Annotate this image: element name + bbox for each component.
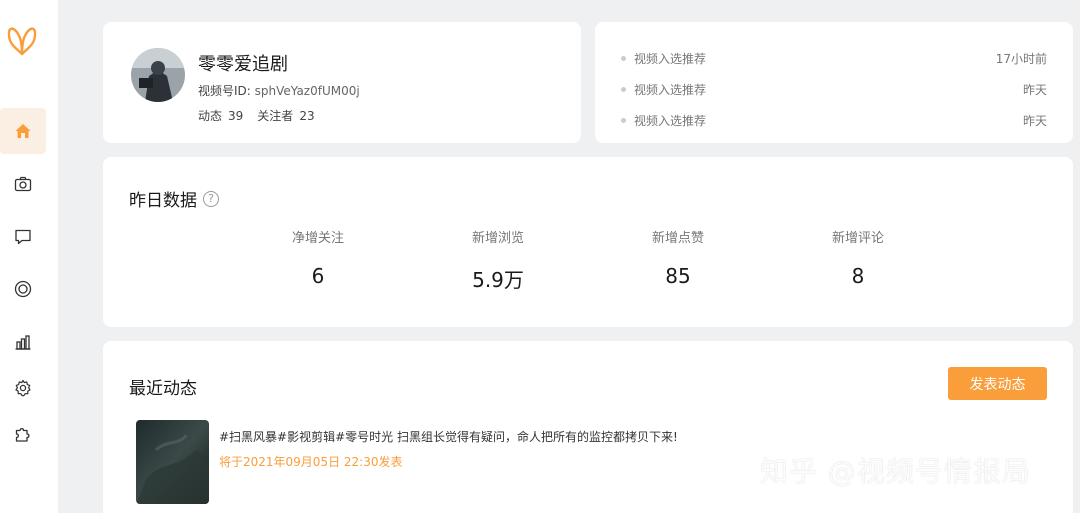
nav-camera[interactable] <box>0 161 46 207</box>
avatar[interactable] <box>131 48 185 102</box>
sidebar <box>0 0 58 513</box>
yesterday-title: 昨日数据 ? <box>129 186 219 211</box>
nav-live[interactable] <box>0 266 46 312</box>
puzzle-icon <box>15 427 30 442</box>
section-title: 昨日数据 <box>129 191 197 211</box>
stat-new-comments: 新增评论 8 <box>798 227 918 288</box>
message-icon <box>15 229 31 245</box>
followers-count: 23 <box>299 109 315 123</box>
notifications-card: 视频入选推荐 17小时前 视频入选推荐 昨天 视频入选推荐 昨天 <box>595 22 1073 143</box>
notification-item[interactable]: 视频入选推荐 昨天 <box>621 79 1047 99</box>
notification-item[interactable]: 视频入选推荐 昨天 <box>621 110 1047 130</box>
recent-title: 最近动态 <box>129 379 197 399</box>
post-text[interactable]: #扫黑风暴#影视剪辑#零号时光 扫黑组长觉得有疑问，命人把所有的监控都拷贝下来! <box>219 428 678 445</box>
stat-label: 新增点赞 <box>651 231 704 246</box>
bullet-dot-icon <box>621 55 626 61</box>
stat-label: 新增评论 <box>831 231 884 246</box>
stat-value: 6 <box>311 264 325 288</box>
publish-post-button[interactable]: 发表动态 <box>948 367 1047 400</box>
bullet-dot-icon <box>621 117 626 123</box>
yesterday-data-card: 昨日数据 ? 净增关注 6 新增浏览 5.9万 新增点赞 85 新增评论 8 <box>103 157 1073 327</box>
stat-new-views: 新增浏览 5.9万 <box>438 227 558 293</box>
notification-text: 视频入选推荐 <box>634 113 707 128</box>
profile-id-value: sphVeYaz0fUM00j <box>254 84 360 98</box>
stat-value: 85 <box>665 264 691 288</box>
nav-home[interactable] <box>0 108 46 154</box>
watermark: 知乎 @视频号情报局 <box>760 455 1031 488</box>
profile-card: 零零爱追剧 视频号ID: sphVeYaz0fUM00j 动态 39 关注者 23 <box>103 22 581 143</box>
bullet-dot-icon <box>621 86 626 92</box>
avatar-image <box>131 48 185 102</box>
profile-stats: 动态 39 关注者 23 <box>198 107 321 124</box>
profile-name: 零零爱追剧 <box>198 54 288 75</box>
stat-value: 5.9万 <box>472 268 524 292</box>
stat-value: 8 <box>851 264 865 288</box>
notification-item[interactable]: 视频入选推荐 17小时前 <box>621 48 1047 68</box>
notification-time: 昨天 <box>1022 113 1047 128</box>
notification-text: 视频入选推荐 <box>634 82 707 97</box>
notification-time: 昨天 <box>1022 82 1047 97</box>
posts-count: 39 <box>228 109 244 123</box>
thumbnail-image <box>136 420 209 504</box>
stat-net-followers: 净增关注 6 <box>258 227 378 288</box>
profile-id: 视频号ID: sphVeYaz0fUM00j <box>198 82 360 99</box>
profile-id-label: 视频号ID: <box>198 84 255 98</box>
notification-text: 视频入选推荐 <box>634 51 707 66</box>
stat-label: 新增浏览 <box>471 231 524 246</box>
home-icon <box>15 124 31 138</box>
followers-label: 关注者 <box>257 109 294 123</box>
live-icon <box>14 280 32 298</box>
stat-label: 净增关注 <box>291 231 344 246</box>
chart-icon <box>15 335 31 350</box>
post-thumbnail[interactable] <box>136 420 209 504</box>
butterfly-logo <box>7 27 37 56</box>
stat-new-likes: 新增点赞 85 <box>618 227 738 288</box>
nav-data[interactable] <box>0 319 46 365</box>
camera-icon <box>14 176 32 192</box>
post-schedule: 将于2021年09月05日 22:30发表 <box>219 455 403 469</box>
nav-messages[interactable] <box>0 214 46 260</box>
posts-label: 动态 <box>198 109 223 123</box>
nav-settings[interactable] <box>0 365 46 411</box>
help-icon[interactable]: ? <box>203 190 219 207</box>
nav-plugins[interactable] <box>0 411 46 457</box>
notification-time: 17小时前 <box>995 51 1047 66</box>
gear-icon <box>15 379 31 397</box>
